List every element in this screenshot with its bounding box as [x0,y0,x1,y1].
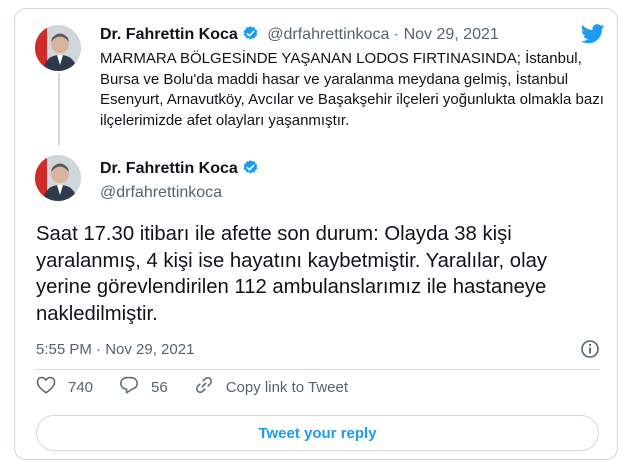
twitter-bird-icon[interactable] [580,23,605,50]
author-avatar[interactable] [35,155,81,201]
tweet-your-reply-button[interactable]: Tweet your reply [36,415,599,451]
verified-badge-icon [242,159,259,181]
reply-bubble-icon [119,376,151,398]
author-name-row: Dr. Fahrettin Koca [100,159,263,181]
quoted-tweet-header: Dr. Fahrettin Koca @drfahrettinkoca · No… [100,25,499,47]
verified-badge-icon [242,25,259,47]
like-count: 740 [68,378,94,396]
quoted-tweet-text: MARMARA BÖLGESİNDE YAŞANAN LODOS FIRTINA… [100,50,604,129]
quoted-author-avatar[interactable] [35,25,81,71]
tweet-actions: 740 56 Copy link to Tweet [36,375,374,399]
tweet-timestamp[interactable]: 5:55 PM · Nov 29, 2021 [36,341,194,358]
embedded-tweet-card: Dr. Fahrettin Koca @drfahrettinkoca · No… [14,8,618,460]
copy-link-action[interactable]: Copy link to Tweet [194,375,348,399]
quoted-author-handle[interactable]: @drfahrettinkoca [267,26,389,43]
link-icon [194,375,226,399]
copy-link-label: Copy link to Tweet [225,378,349,396]
author-handle[interactable]: @drfahrettinkoca [100,184,222,202]
heart-icon [36,376,68,398]
info-icon[interactable] [580,339,600,364]
header-separator: · [393,26,400,43]
quoted-tweet-date[interactable]: Nov 29, 2021 [404,26,499,43]
quoted-author-name[interactable]: Dr. Fahrettin Koca [100,26,238,43]
like-action[interactable]: 740 [36,376,93,398]
divider [35,369,599,370]
thread-connector-line [58,73,60,145]
reply-count: 56 [151,378,168,396]
tweet-text: Saat 17.30 itibarı ile afette son durum:… [36,223,548,325]
author-name[interactable]: Dr. Fahrettin Koca [100,160,238,177]
reply-action[interactable]: 56 [119,376,168,398]
